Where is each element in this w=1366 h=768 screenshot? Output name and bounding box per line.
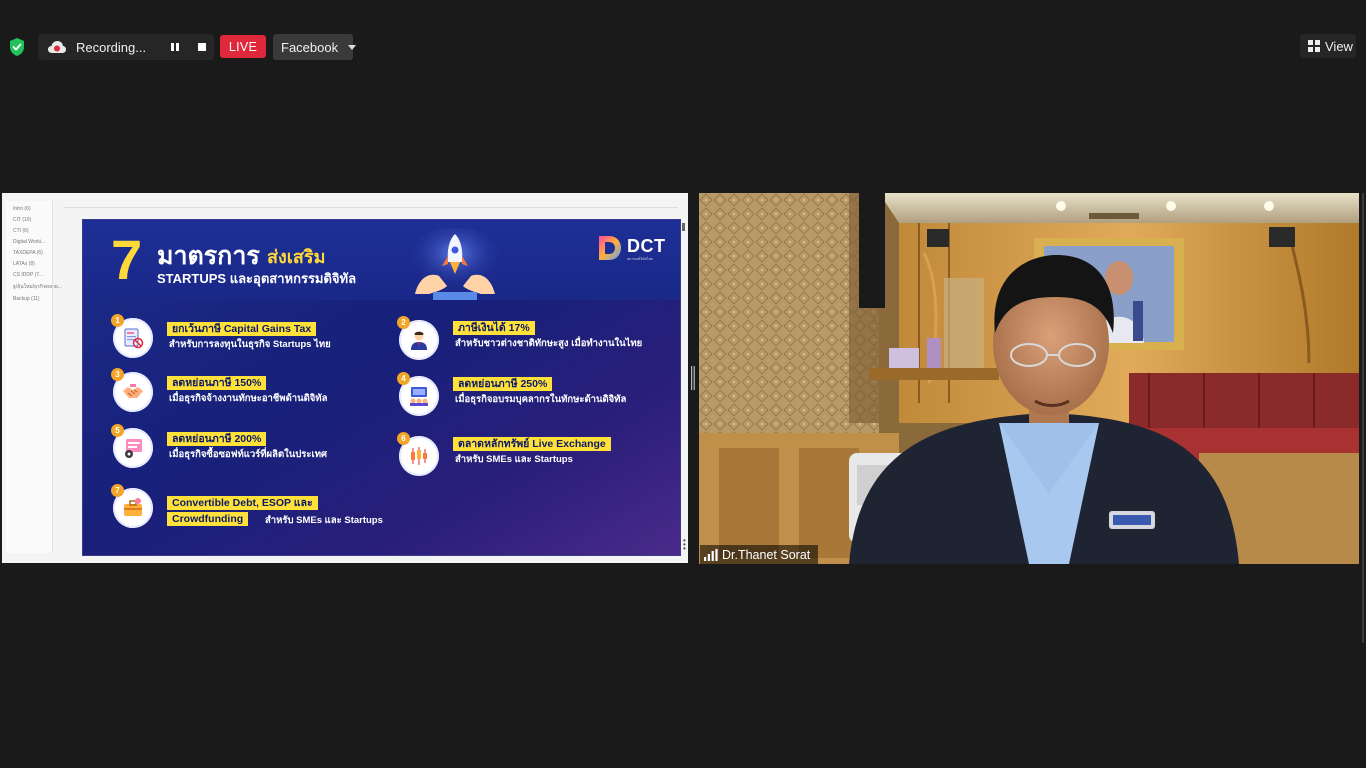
pause-recording-icon[interactable] — [168, 40, 182, 54]
handshake-icon — [123, 384, 143, 398]
participant-video[interactable] — [699, 193, 1359, 564]
view-button[interactable]: View — [1300, 34, 1356, 58]
recording-label: Recording... — [76, 39, 147, 55]
participant-name-tag: Dr.Thanet Sorat — [700, 545, 818, 564]
dct-logo-text: DCT — [627, 236, 666, 256]
slide-number-seven: 7 — [111, 228, 143, 291]
measure-headline: ตลาดหลักทรัพย์ Live Exchange — [453, 437, 611, 451]
security-shield-icon[interactable] — [8, 37, 26, 57]
outline-item[interactable]: TAXDEPA (6) — [13, 250, 52, 256]
outline-item[interactable]: Backup (11) — [13, 296, 52, 302]
measure-headline: ลดหย่อนภาษี 200% — [167, 432, 267, 446]
document-icon — [124, 328, 144, 349]
video-frame — [699, 193, 1359, 564]
live-badge[interactable]: LIVE — [220, 35, 266, 58]
scrollbar[interactable] — [682, 223, 686, 543]
slide-title-accent: ส่งเสริม — [267, 247, 326, 267]
outline-item[interactable]: Digital Worki... — [13, 239, 52, 245]
platform-label: Facebook — [281, 39, 339, 55]
measure-headline: ภาษีเงินได้ 17% — [453, 321, 535, 335]
grid-view-icon — [1308, 40, 1320, 52]
window-edge — [1362, 193, 1364, 643]
outline-item[interactable]: CTI (6) — [13, 228, 52, 234]
measure-headline: ยกเว้นภาษี Capital Gains Tax — [167, 322, 317, 336]
outline-item[interactable]: LATAx (8) — [13, 261, 52, 267]
software-icon — [125, 439, 142, 458]
participant-name: Dr.Thanet Sorat — [722, 547, 811, 562]
cloud-recording-icon — [48, 41, 66, 53]
ruler — [64, 201, 678, 208]
outline-item[interactable]: Intro (6) — [13, 206, 52, 212]
slide-subtitle: STARTUPS และอุตสาหกรรมดิจิทัล — [157, 271, 357, 286]
measure-description: เมื่อธุรกิจอบรมบุคลากรในทักษะด้านดิจิทัล — [455, 394, 627, 405]
rocket-hands-icon — [409, 228, 501, 300]
dct-logo: DCT สมาคมดิจิทัลไทย — [597, 234, 667, 264]
measure-headline: ลดหย่อนภาษี 150% — [167, 376, 267, 390]
measure-headline: Convertible Debt, ESOP และ — [167, 496, 318, 510]
more-options-icon[interactable]: • • • — [683, 537, 686, 553]
shared-screen[interactable]: Intro (6) CIT (10) CTI (6) Digital Worki… — [2, 193, 688, 563]
measure-headline: ลดหย่อนภาษี 250% — [453, 377, 553, 391]
view-label: View — [1325, 38, 1353, 54]
stop-recording-icon[interactable] — [195, 40, 209, 54]
measure-headline-line2: Crowdfunding — [167, 512, 249, 526]
outline-item[interactable]: CS IDDP (7... — [13, 272, 52, 278]
measure-description: เมื่อธุรกิจซื้อซอฟท์แวร์ที่ผลิตในประเทศ — [169, 449, 328, 460]
outline-item[interactable]: CIT (10) — [13, 217, 52, 223]
slide-outline-panel: Intro (6) CIT (10) CTI (6) Digital Worki… — [6, 201, 62, 553]
stock-chart-icon — [411, 447, 427, 465]
briefcase-icon — [124, 498, 142, 516]
live-platform-dropdown[interactable]: Facebook — [273, 34, 357, 60]
split-view-divider[interactable] — [691, 366, 695, 390]
signal-strength-icon — [704, 548, 718, 561]
chevron-down-icon — [348, 44, 357, 50]
measure-description: สำหรับชาวต่างชาติทักษะสูง เมื่อทำงานในไท… — [455, 338, 643, 349]
outline-item[interactable]: ฐ/ลุ้นใหม่/ธุรกิจหลาย... — [13, 283, 62, 291]
measure-description: สำหรับการลงทุนในธุรกิจ Startups ไทย — [169, 339, 331, 350]
person-icon — [411, 331, 427, 350]
measure-description: เมื่อธุรกิจจ้างงานทักษะอาชีพด้านดิจิทัล — [169, 393, 328, 404]
dct-logo-subtext: สมาคมดิจิทัลไทย — [627, 257, 653, 261]
measure-description: สำหรับ SMEs และ Startups — [265, 515, 383, 526]
measure-description: สำหรับ SMEs และ Startups — [455, 454, 573, 465]
recording-indicator[interactable]: Recording... — [38, 34, 214, 60]
training-icon — [410, 387, 428, 406]
presentation-slide: 7 มาตรการ ส่งเสริม STARTUPS และอุตสาหกรร… — [82, 219, 681, 556]
